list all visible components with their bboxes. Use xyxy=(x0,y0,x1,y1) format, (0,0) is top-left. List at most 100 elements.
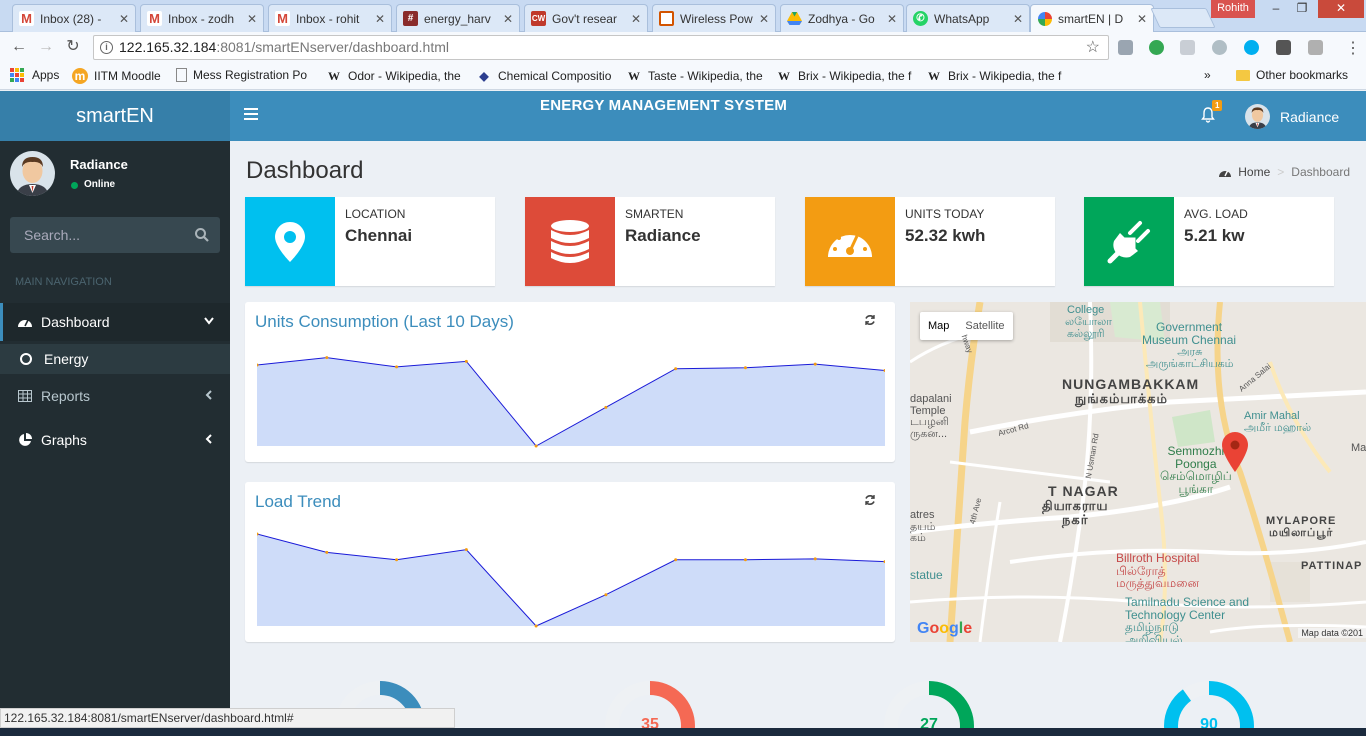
chart-point[interactable] xyxy=(743,366,747,370)
close-icon[interactable]: ✕ xyxy=(631,12,641,26)
online-status-icon xyxy=(71,182,78,189)
logo[interactable]: smartEN xyxy=(0,91,230,141)
apps-grid-icon xyxy=(10,68,24,82)
browser-menu-icon[interactable]: ⋮ xyxy=(1345,38,1361,58)
browser-tab-1[interactable]: M Inbox (28) - ✕ xyxy=(12,4,136,32)
browser-tab-active[interactable]: smartEN | D ✕ xyxy=(1030,4,1154,33)
back-icon[interactable]: ← xyxy=(9,37,29,57)
chart-point[interactable] xyxy=(813,557,817,561)
map-marker-icon[interactable] xyxy=(1222,432,1248,472)
chart-point[interactable] xyxy=(325,356,329,360)
other-bookmarks[interactable]: Other bookmarks xyxy=(1236,68,1348,82)
browser-tab-5[interactable]: CW Gov't resear ✕ xyxy=(524,4,648,32)
close-icon[interactable]: ✕ xyxy=(503,12,513,26)
info-box-value: 52.32 kwh xyxy=(905,226,986,245)
chart-point[interactable] xyxy=(813,362,817,366)
sidebar-toggle-icon[interactable] xyxy=(244,108,258,123)
profile-button[interactable]: Rohith xyxy=(1211,0,1255,18)
close-icon[interactable]: ✕ xyxy=(1137,12,1147,26)
header-user-name[interactable]: Radiance xyxy=(1280,109,1339,125)
chart-point[interactable] xyxy=(604,593,608,597)
map-label: NUNGAMBAKKAM xyxy=(1062,376,1200,392)
bookmark-taste[interactable]: W Taste - Wikipedia, the xyxy=(626,68,763,84)
skype-icon[interactable] xyxy=(1212,40,1227,55)
restore-icon[interactable]: ❐ xyxy=(1288,0,1316,18)
close-icon[interactable]: ✕ xyxy=(759,12,769,26)
units-consumption-chart xyxy=(257,356,885,448)
circle-icon xyxy=(20,353,32,365)
browser-tab-6[interactable]: Wireless Pow ✕ xyxy=(652,4,776,32)
new-tab-button[interactable] xyxy=(1150,8,1216,28)
close-icon[interactable]: ✕ xyxy=(887,12,897,26)
extension-icon[interactable] xyxy=(1180,40,1195,55)
tab-label: Wireless Pow xyxy=(680,11,753,26)
sidebar-item-graphs[interactable]: Graphs xyxy=(0,421,230,459)
database-icon xyxy=(525,197,615,286)
location-map[interactable]: Map Satellite College லயோலா கல்லூரி Gove… xyxy=(910,302,1366,642)
bookmark-moodle[interactable]: m IITM Moodle xyxy=(72,68,161,84)
load-trend-chart xyxy=(257,532,885,628)
chart-point[interactable] xyxy=(464,548,468,552)
extension-icon[interactable] xyxy=(1276,40,1291,55)
minimize-icon[interactable]: – xyxy=(1262,0,1290,18)
units-consumption-box: Units Consumption (Last 10 Days) xyxy=(245,302,895,462)
info-icon[interactable]: i xyxy=(100,41,113,54)
chart-point[interactable] xyxy=(395,365,399,369)
window-close-icon[interactable]: ✕ xyxy=(1318,0,1364,18)
breadcrumb-home[interactable]: Home xyxy=(1238,165,1270,179)
chart-point[interactable] xyxy=(743,558,747,562)
info-box-smarten: SMARTEN Radiance xyxy=(525,197,775,286)
bookmark-brix-2[interactable]: W Brix - Wikipedia, the f xyxy=(926,68,1061,84)
bookmark-chemical[interactable]: ◆ Chemical Compositio xyxy=(476,68,611,84)
browser-tab-4[interactable]: # energy_harv ✕ xyxy=(396,4,520,32)
chart-point[interactable] xyxy=(395,558,399,562)
url-host: 122.165.32.184 xyxy=(119,39,217,55)
sidebar-item-label: Energy xyxy=(44,351,89,367)
search-input[interactable] xyxy=(10,217,185,253)
sidebar-item-label: Graphs xyxy=(41,432,87,448)
chart-point[interactable] xyxy=(604,405,608,409)
sidebar-item-label: Reports xyxy=(41,388,91,404)
url-input[interactable]: i 122.165.32.184:8081/smartENserver/dash… xyxy=(93,35,1109,60)
refresh-icon[interactable] xyxy=(864,494,876,506)
sidebar-item-dashboard[interactable]: Dashboard xyxy=(0,303,230,341)
chart-point[interactable] xyxy=(674,367,678,371)
close-icon[interactable]: ✕ xyxy=(1013,12,1023,26)
bookmark-apps[interactable]: Apps xyxy=(10,68,59,82)
bookmark-mess[interactable]: Mess Registration Po xyxy=(176,68,307,82)
reload-icon[interactable]: ↻ xyxy=(63,37,83,57)
browser-tab-3[interactable]: M Inbox - rohit ✕ xyxy=(268,4,392,32)
star-icon[interactable]: ☆ xyxy=(1086,36,1100,59)
grammarly-icon[interactable] xyxy=(1149,40,1164,55)
skype-icon[interactable] xyxy=(1244,40,1259,55)
browser-tab-7[interactable]: Zodhya - Go ✕ xyxy=(780,4,904,32)
extension-icon[interactable] xyxy=(1118,40,1133,55)
chart-point[interactable] xyxy=(534,624,538,628)
map-label: லயோலா xyxy=(1065,316,1112,328)
browser-tab-8[interactable]: ✆ WhatsApp ✕ xyxy=(906,4,1030,32)
bookmarks-overflow-icon[interactable]: » xyxy=(1204,68,1211,82)
search-icon[interactable] xyxy=(194,227,210,243)
chart-point[interactable] xyxy=(464,359,468,363)
map-roads xyxy=(910,302,1366,642)
forward-icon[interactable]: → xyxy=(36,37,56,57)
avatar[interactable] xyxy=(1245,104,1270,129)
sidebar-item-reports[interactable]: Reports xyxy=(0,377,230,415)
chart-point[interactable] xyxy=(325,550,329,554)
browser-tab-2[interactable]: M Inbox - zodh ✕ xyxy=(140,4,264,32)
refresh-icon[interactable] xyxy=(864,314,876,326)
sidebar-item-energy[interactable]: Energy xyxy=(0,344,230,374)
map-type-map[interactable]: Map xyxy=(920,312,957,340)
pdf-icon[interactable] xyxy=(1308,40,1323,55)
chart-point[interactable] xyxy=(534,444,538,448)
close-icon[interactable]: ✕ xyxy=(119,12,129,26)
tab-label: Inbox - zodh xyxy=(168,11,235,26)
bookmark-brix-1[interactable]: W Brix - Wikipedia, the f xyxy=(776,68,911,84)
bookmark-odor[interactable]: W Odor - Wikipedia, the xyxy=(326,68,461,84)
tab-label: Inbox (28) - xyxy=(40,11,102,26)
app-header: smartEN ENERGY MANAGEMENT SYSTEM 1 Radia… xyxy=(0,91,1366,141)
close-icon[interactable]: ✕ xyxy=(375,12,385,26)
map-credit: Map data ©201 xyxy=(1298,628,1366,638)
close-icon[interactable]: ✕ xyxy=(247,12,257,26)
chart-point[interactable] xyxy=(674,558,678,562)
